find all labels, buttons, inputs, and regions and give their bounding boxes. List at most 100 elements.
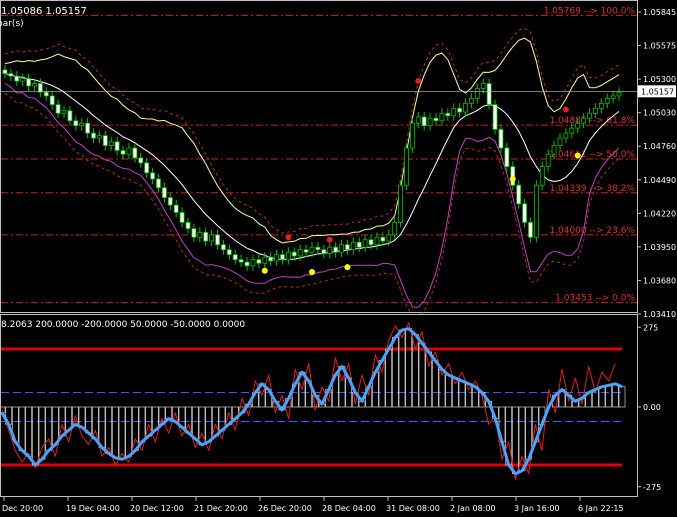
candle-body xyxy=(587,112,592,119)
time-tick-label: 19 Dec 04:00 xyxy=(66,504,120,513)
candle-body xyxy=(398,184,403,223)
price-tick-label: 1.03950 xyxy=(643,243,676,252)
candle-body xyxy=(528,222,533,238)
candle-body xyxy=(285,251,291,261)
candle-body xyxy=(368,239,374,246)
candle-body xyxy=(451,107,457,117)
up-fractal-marker xyxy=(285,234,292,241)
fib-level-label: 1.04000 --> 23.6% xyxy=(549,226,635,236)
indicator-axis: 275 0.00 -275 xyxy=(637,323,661,492)
candle-body xyxy=(156,178,161,189)
up-fractal-marker xyxy=(415,78,422,85)
indicator-panel: 275 0.00 -275 8.2063 200.0000 -200.0000 50… xyxy=(0,314,661,497)
candle-body xyxy=(37,83,43,93)
candle-body xyxy=(167,197,173,206)
candle-body xyxy=(409,122,415,149)
candle-body xyxy=(522,203,527,223)
candle-body xyxy=(610,95,616,99)
price-tick-label: 1.05575 xyxy=(643,42,676,51)
candle-body xyxy=(244,261,250,267)
candle-body xyxy=(179,212,185,223)
down-fractal-marker xyxy=(344,264,351,271)
candle-body xyxy=(20,78,26,82)
candle-body xyxy=(415,116,421,124)
main-price-panel: 1.05769 --> 100.0% 1.04885 --> 61.8% 1.046… xyxy=(0,0,676,319)
time-tick-label: 2 Jan 08:00 xyxy=(450,504,496,513)
time-tick-label: 21 Dec 20:00 xyxy=(194,504,248,513)
candle-body xyxy=(504,147,510,168)
main-header-subtext: bar(s) xyxy=(0,19,24,29)
candle-body xyxy=(345,244,350,251)
candle-body xyxy=(262,256,268,264)
candle-body xyxy=(26,78,31,87)
candle-body xyxy=(215,234,220,246)
candle-body xyxy=(138,157,144,164)
fib-level-label: 1.03453 --> 0.0% xyxy=(555,294,635,304)
price-tick-label: 1.05845 xyxy=(643,8,676,17)
candle-body xyxy=(73,120,79,127)
candle-body xyxy=(49,95,55,105)
fib-level-label: 1.05769 --> 100.0% xyxy=(544,6,636,16)
candle-body xyxy=(445,112,451,117)
candle-body xyxy=(463,102,468,113)
candle-body xyxy=(362,239,368,248)
forex-chart: 1.05769 --> 100.0% 1.04885 --> 61.8% 1.046… xyxy=(0,0,676,513)
price-tick-label: 1.03680 xyxy=(643,276,676,285)
fib-level-label: 1.04885 --> 61.8% xyxy=(549,116,635,126)
current-price-label: 1.05157 xyxy=(641,87,674,96)
candle-body xyxy=(492,104,498,130)
price-tick-label: 1.05030 xyxy=(643,109,676,118)
candle-body xyxy=(557,137,563,146)
candle-body xyxy=(303,249,309,253)
candle-body xyxy=(209,234,215,242)
down-fractal-marker xyxy=(261,267,268,274)
candle-body xyxy=(480,83,486,89)
candle-body xyxy=(569,127,575,134)
candle-body xyxy=(315,246,321,251)
candle-body xyxy=(173,204,179,213)
candle-body xyxy=(126,147,132,155)
candle-body xyxy=(386,234,392,242)
candle-body xyxy=(404,147,409,186)
indicator-tick-label: -275 xyxy=(643,483,661,492)
time-tick-label: Dec 20:00 xyxy=(2,504,43,513)
indicator-header-text: 8.2063 200.0000 -200.0000 50.0000 -50.00… xyxy=(1,320,245,330)
indicator-tick-label: 0.00 xyxy=(643,403,661,412)
down-fractal-marker xyxy=(509,176,516,183)
candle-body xyxy=(469,97,474,104)
up-fractal-marker xyxy=(326,236,333,243)
candle-body xyxy=(374,236,380,246)
candle-body xyxy=(232,254,238,261)
main-header-text: 1.05086 1.05157 xyxy=(1,6,87,17)
candle-body xyxy=(350,241,356,251)
candle-body xyxy=(238,259,244,263)
candle-body xyxy=(191,228,197,238)
time-tick-label: 28 Dec 04:00 xyxy=(322,504,376,513)
candle-body xyxy=(226,249,232,256)
time-tick-label: 31 Dec 08:00 xyxy=(386,504,440,513)
candle-body xyxy=(327,246,333,254)
candle-body xyxy=(114,141,120,151)
candle-body xyxy=(551,145,557,155)
down-fractal-marker xyxy=(574,152,581,159)
candle-body xyxy=(392,222,398,236)
candle-body xyxy=(539,166,545,186)
price-tick-label: 1.05300 xyxy=(643,75,676,84)
candle-body xyxy=(280,254,285,261)
candle-body xyxy=(545,153,551,168)
candle-body xyxy=(457,107,463,113)
candle-body xyxy=(439,112,445,122)
candle-body xyxy=(61,110,67,114)
candle-body xyxy=(55,104,61,114)
candle-body xyxy=(604,97,610,104)
candle-body xyxy=(616,91,622,97)
candle-body xyxy=(97,135,102,139)
candle-body xyxy=(132,147,138,159)
candle-body xyxy=(67,110,73,122)
candle-body xyxy=(380,236,386,242)
candle-body xyxy=(85,122,91,134)
candle-body xyxy=(197,231,203,238)
down-fractal-marker xyxy=(309,269,315,276)
candle-body xyxy=(150,172,155,180)
candle-body xyxy=(291,251,297,257)
